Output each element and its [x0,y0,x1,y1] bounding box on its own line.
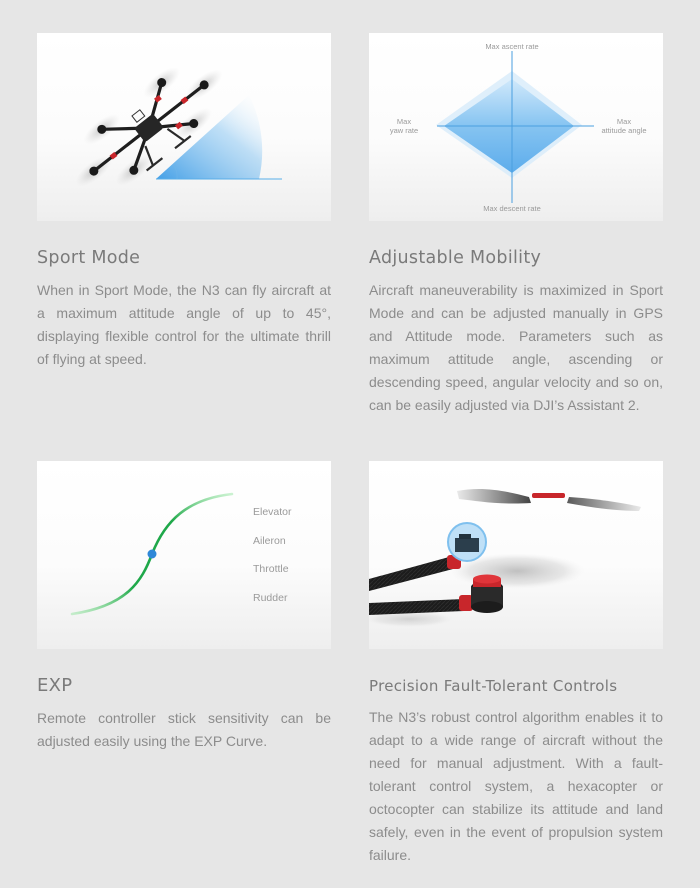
exp-curve-diagram: Elevator Aileron Throttle Rudder [70,471,292,639]
label-max-ascent-rate: Max ascent rate [485,42,538,51]
feature-fault-tolerant-controls: Precision Fault-Tolerant Controls The N3… [369,461,663,867]
drone-tilted-illustration [75,67,282,187]
feature-description: When in Sport Mode, the N3 can fly aircr… [37,282,331,367]
feature-description: Remote controller stick sensitivity can … [37,710,331,749]
propeller-blade [567,497,641,511]
feature-title: EXP [37,675,73,696]
hexacopter-drone [75,67,223,187]
label-max-attitude-angle-line1: Max [617,117,631,126]
label-max-yaw-rate-line1: Max [397,117,411,126]
label-max-yaw-rate-line2: yaw rate [390,126,418,135]
attitude-angle-wedge [156,95,263,179]
motor [471,574,503,613]
curve-label-rudder: Rudder [253,592,288,604]
motor-arm-image [369,461,663,649]
propeller-hub [532,493,565,498]
label-max-descent-rate: Max descent rate [483,204,541,213]
sport-mode-image [37,33,331,221]
curve-label-throttle: Throttle [253,563,289,575]
curve-label-elevator: Elevator [253,506,292,518]
label-max-attitude-angle-line2: attitude angle [601,126,646,135]
curve-label-aileron: Aileron [253,535,286,547]
feature-exp: Elevator Aileron Throttle Rudder EXP Rem… [37,461,331,753]
mobility-radar-diagram: Max ascent rate Max descent rate Max yaw… [390,42,647,213]
feature-title: Precision Fault-Tolerant Controls [369,677,618,695]
feature-description: Aircraft maneuverability is maximized in… [369,282,663,413]
exp-center-point [147,549,157,559]
propeller-blade [457,489,531,504]
feature-sport-mode: Sport Mode When in Sport Mode, the N3 ca… [37,33,331,371]
esc-module [455,538,479,552]
motor-arm-closeup-illustration [369,489,641,627]
feature-adjustable-mobility: Max ascent rate Max descent rate Max yaw… [369,33,663,417]
carbon-arm [369,557,453,591]
adjustable-mobility-image: Max ascent rate Max descent rate Max yaw… [369,33,663,221]
carbon-arm [369,599,464,615]
feature-description: The N3’s robust control algorithm enable… [369,709,663,863]
exp-curve-image: Elevator Aileron Throttle Rudder [37,461,331,649]
feature-title: Sport Mode [37,248,141,268]
feature-title: Adjustable Mobility [369,248,542,268]
